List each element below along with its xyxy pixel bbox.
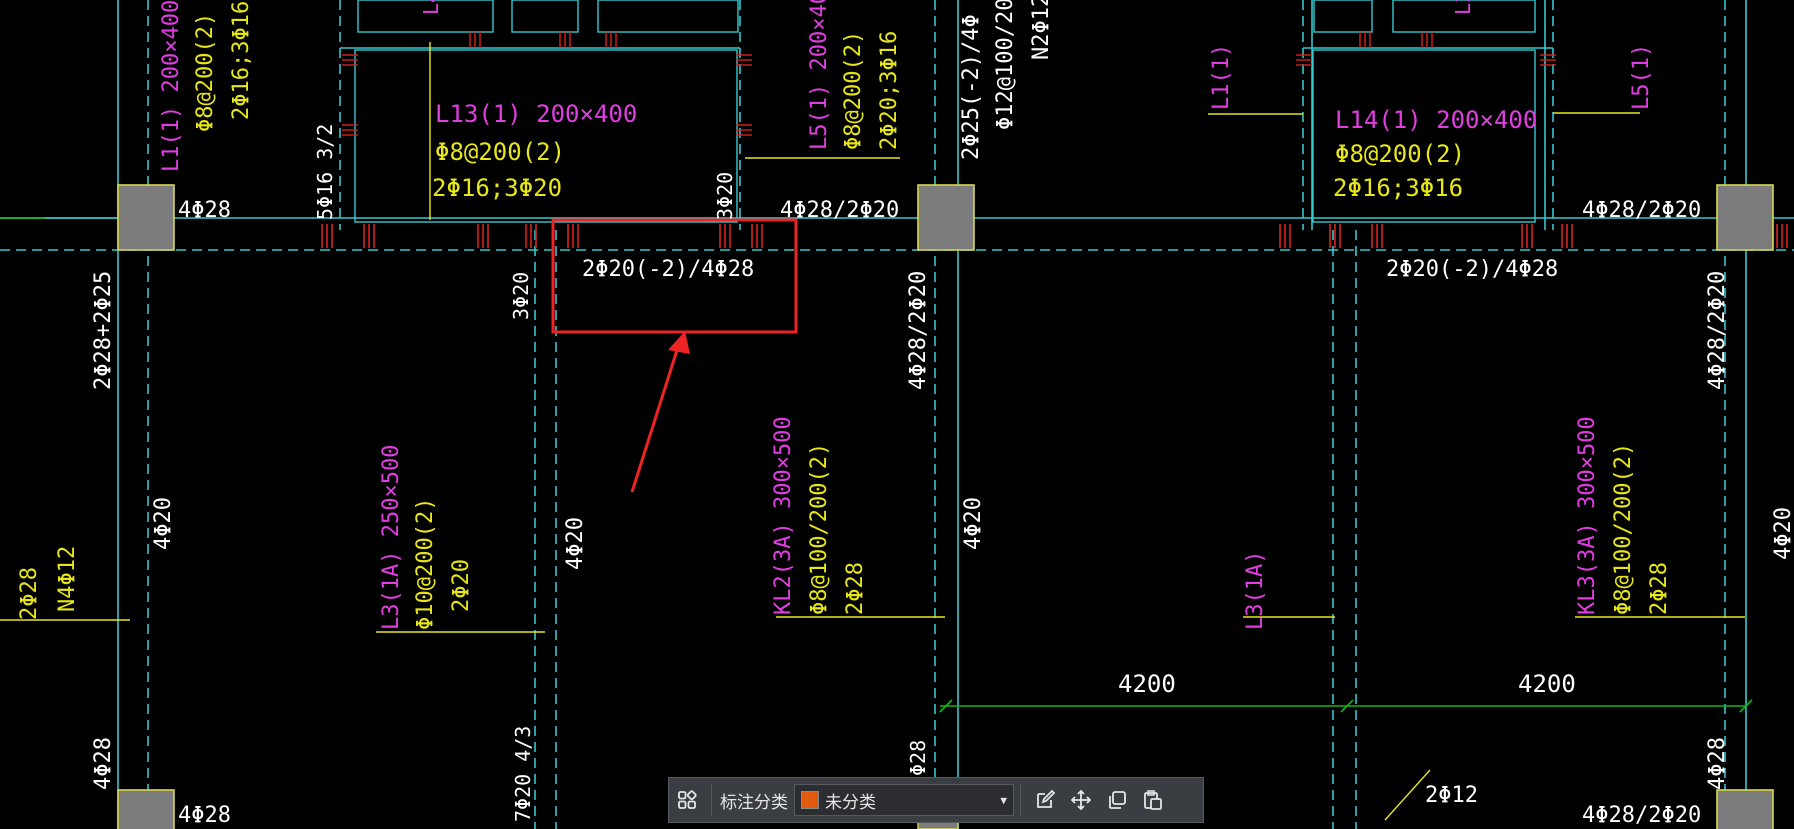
- rebar-annotation-support_b: 2Φ20(-2)/4Φ28: [1386, 257, 1558, 282]
- copy-button[interactable]: [1099, 783, 1135, 817]
- move-icon: [1070, 789, 1092, 811]
- rebar-annotation-mid_4p20: 4Φ20: [563, 517, 588, 570]
- rebar-annotation-b_7p20: 7Φ20 4/3: [511, 726, 535, 822]
- rebar-annotation-l13_bars: 2Φ16;3Φ20: [432, 174, 562, 202]
- rebar-annotation-l1_stirrup: Φ8@200(2): [193, 13, 218, 132]
- rebar-annotation-side_5p16: 5Φ16 3/2: [313, 124, 337, 220]
- rebar-annotation-support_a: 2Φ20(-2)/4Φ28: [582, 257, 754, 282]
- rebar-annotation-col_tr: 4Φ28/2Φ20: [1582, 198, 1701, 223]
- rebar-annotation-b_p28: Φ28: [906, 740, 930, 776]
- paste-icon: [1144, 790, 1162, 810]
- rebar-annotation-top_mid1: 2Φ25(-2)/4Φ: [959, 14, 984, 160]
- cad-drawing-canvas[interactable]: 4Φ28 4Φ28/2Φ20 4Φ28/2Φ204Φ28 4Φ28/2Φ20L1(1)…: [0, 0, 1794, 829]
- rebar-annotation-col_bl: 4Φ28: [178, 803, 231, 828]
- rebar-annotation-vert_b: 4Φ28/2Φ20: [1705, 271, 1730, 390]
- rebar-annotation-l1_bars: 2Φ16;3Φ16: [229, 1, 254, 120]
- column: [917, 184, 975, 251]
- rebar-annotation-bl_4p28: 4Φ28: [91, 737, 116, 790]
- edit-icon: [1037, 789, 1056, 808]
- rebar-annotation-left_bars: 2Φ28+2Φ25: [91, 271, 116, 390]
- rebar-annotation-b_2p12: 2Φ12: [1425, 783, 1478, 808]
- move-button[interactable]: [1063, 783, 1099, 817]
- rebar-annotation-top_l4: L4: [419, 0, 443, 15]
- grid-icon: [678, 790, 697, 809]
- rebar-annotation-vert_4p20b: 4Φ20: [961, 497, 986, 550]
- rebar-annotation-top_mid2: Φ12@100/200: [993, 0, 1018, 130]
- rebar-annotation-dim1: 4200: [1118, 670, 1176, 698]
- rebar-annotation-col_tm: 4Φ28/2Φ20: [780, 198, 899, 223]
- rebar-annotation-vert_a: 4Φ28/2Φ20: [906, 271, 931, 390]
- annotation-category-label: 标注分类: [720, 792, 788, 812]
- paste-button[interactable]: [1135, 783, 1171, 817]
- rebar-annotation-col_tl: 4Φ28: [178, 198, 231, 223]
- toolbar-divider: [711, 784, 712, 816]
- rebar-annotation-l14_name: L14(1) 200×400: [1335, 106, 1537, 134]
- rebar-annotation-dim2: 4200: [1518, 670, 1576, 698]
- rebar-annotation-l1_name: L1(1) 200×400: [159, 0, 184, 172]
- rebar-annotation-left_n4: N4Φ12: [55, 546, 80, 612]
- rebar-annotation-b_4p28r: 4Φ28: [1705, 737, 1730, 790]
- rebar-annotation-kl2_name: KL2(3A) 300×500: [771, 416, 796, 615]
- rebar-annotation-kl2_stirrup: Φ8@100/200(2): [807, 443, 832, 615]
- rebar-annotation-beam_3p20a: 3Φ20: [509, 272, 533, 320]
- rebar-annotation-kl3_stirrup: Φ8@100/200(2): [1611, 443, 1636, 615]
- category-color-swatch: [801, 791, 819, 809]
- rebar-annotation-l13_name: L13(1) 200×400: [435, 100, 637, 128]
- rebar-annotation-l13_stirrup: Φ8@200(2): [435, 138, 565, 166]
- rebar-annotation-top_mid3: N2Φ12: [1029, 0, 1054, 60]
- column: [1716, 184, 1774, 251]
- rebar-annotation-beam_3p20b: 3Φ20: [713, 172, 737, 220]
- rebar-annotation-l1b: L1(1): [1209, 44, 1234, 110]
- rebar-annotation-left_2p28: 2Φ28: [17, 567, 42, 620]
- category-select-value: 未分类: [825, 792, 876, 812]
- rebar-annotation-l14_bars: 2Φ16;3Φ16: [1333, 174, 1463, 202]
- annotation-toolbar: 标注分类 未分类 ▼: [668, 777, 1204, 823]
- rebar-annotation-col_br: 4Φ28/2Φ20: [1582, 803, 1701, 828]
- column: [1716, 789, 1774, 829]
- rebar-annotation-l5_bars: 2Φ20;3Φ16: [877, 31, 902, 150]
- rebar-annotation-kl3_name: KL3(3A) 300×500: [1575, 416, 1600, 615]
- rebar-annotation-l5_stirrup: Φ8@200(2): [841, 31, 866, 150]
- rebar-annotation-l3b: L3(1A): [1243, 551, 1268, 630]
- rebar-annotation-l3_stirrup: Φ10@200(2): [413, 498, 438, 630]
- rebar-annotation-l3_name: L3(1A) 250×500: [379, 445, 404, 630]
- grid-view-button[interactable]: [669, 783, 705, 817]
- edit-button[interactable]: [1027, 783, 1063, 817]
- column: [117, 184, 175, 251]
- rebar-annotation-left_4p20: 4Φ20: [151, 497, 176, 550]
- copy-icon: [1109, 791, 1126, 809]
- rebar-annotation-kl3_bars: 2Φ28: [1647, 562, 1672, 615]
- toolbar-divider: [1020, 784, 1021, 816]
- rebar-annotation-l14_stirrup: Φ8@200(2): [1335, 140, 1465, 168]
- rebar-annotation-l3_bars: 2Φ20: [449, 559, 474, 612]
- dropdown-arrow-icon: ▼: [1000, 793, 1007, 807]
- rebar-annotation-kl2_bars: 2Φ28: [843, 562, 868, 615]
- rebar-annotation-vert_edge: 4Φ20: [1771, 507, 1794, 560]
- annotation-category-select[interactable]: 未分类 ▼: [794, 784, 1014, 816]
- rebar-annotation-l5_name: L5(1) 200×400: [807, 0, 832, 150]
- column: [117, 789, 175, 829]
- rebar-annotation-l5b: L5(1): [1629, 44, 1654, 110]
- rebar-annotation-top_l2: L2: [1451, 0, 1475, 15]
